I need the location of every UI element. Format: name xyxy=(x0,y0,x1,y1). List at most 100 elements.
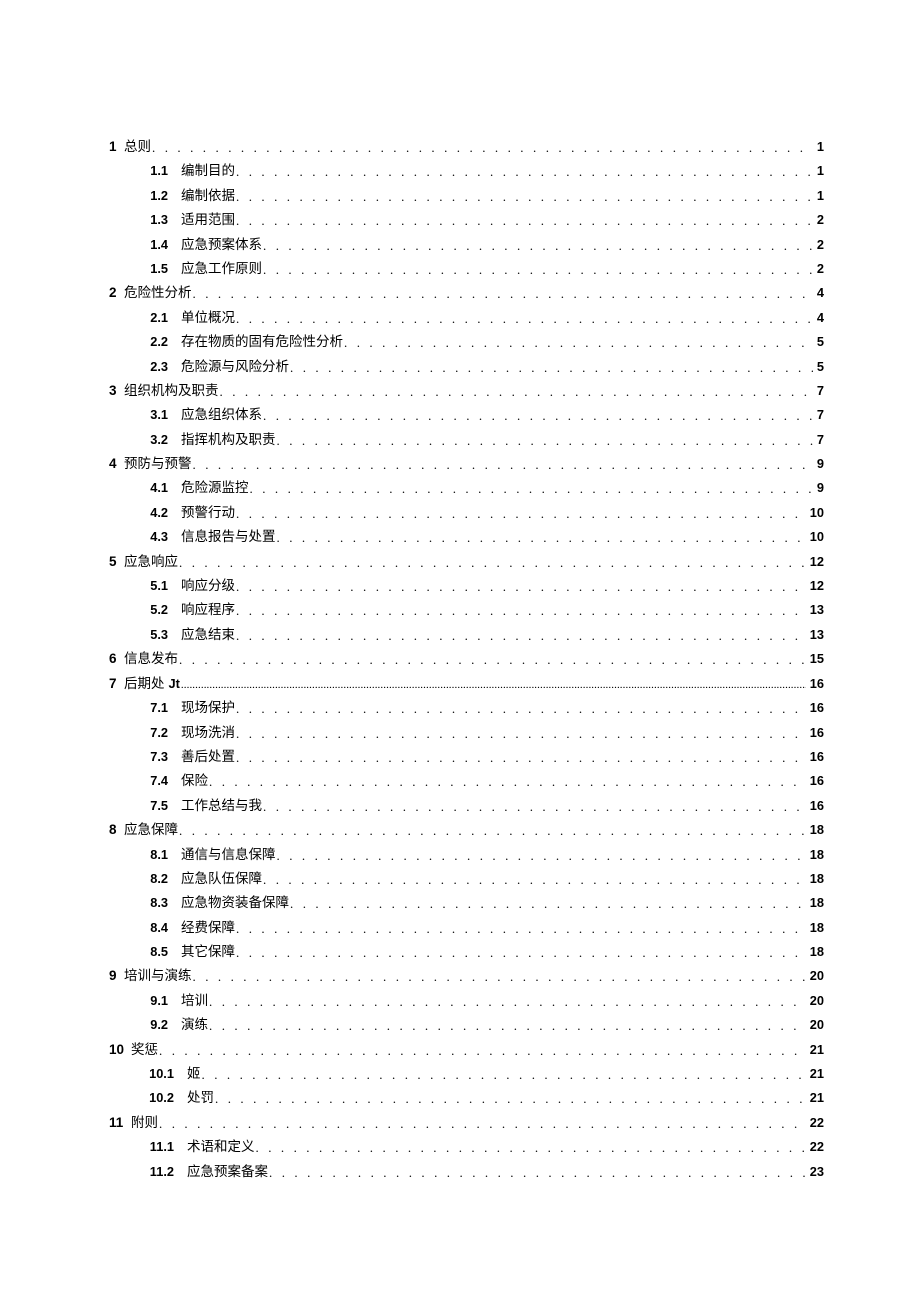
toc-entry[interactable]: 2危险性分析. . . . . . . . . . . . . . . . . … xyxy=(109,286,824,300)
toc-entry[interactable]: 7.4保险. . . . . . . . . . . . . . . . . .… xyxy=(109,774,824,788)
toc-entry-page: 20 xyxy=(810,1019,824,1032)
toc-entry-number: 11 xyxy=(109,1116,128,1130)
toc-entry-page: 13 xyxy=(810,604,824,617)
toc-entry[interactable]: 4.3信息报告与处置. . . . . . . . . . . . . . . … xyxy=(109,530,824,544)
toc-subentry-number-wrap: 4.1 xyxy=(138,482,168,495)
toc-leader-dots: . . . . . . . . . . . . . . . . . . . . … xyxy=(236,629,806,642)
toc-entry-page: 20 xyxy=(810,995,824,1008)
toc-leader-dots: . . . . . . . . . . . . . . . . . . . . … xyxy=(236,604,806,617)
toc-entry-page: 21 xyxy=(810,1044,824,1057)
toc-subentry-number-wrap: 1.4 xyxy=(138,239,168,252)
toc-entry-title: 编制目的 xyxy=(181,164,235,178)
toc-entry[interactable]: 9培训与演练. . . . . . . . . . . . . . . . . … xyxy=(109,969,824,983)
toc-entry[interactable]: 5.2响应程序. . . . . . . . . . . . . . . . .… xyxy=(109,603,824,617)
toc-entry[interactable]: 1.4应急预案体系. . . . . . . . . . . . . . . .… xyxy=(109,238,824,252)
toc-entry-page: 16 xyxy=(810,775,824,788)
toc-subentry-number-wrap: 11.1 xyxy=(138,1141,174,1154)
toc-entry-number: 10.2 xyxy=(138,1092,174,1105)
toc-entry[interactable]: 1.1编制目的. . . . . . . . . . . . . . . . .… xyxy=(109,164,824,178)
toc-entry[interactable]: 5.3应急结束. . . . . . . . . . . . . . . . .… xyxy=(109,628,824,642)
toc-entry-title: 善后处置 xyxy=(181,750,235,764)
toc-entry[interactable]: 4预防与预警. . . . . . . . . . . . . . . . . … xyxy=(109,457,824,471)
toc-entry-title: 应急队伍保障 xyxy=(181,872,262,886)
toc-entry-number: 1.1 xyxy=(138,165,168,178)
toc-entry[interactable]: 11附则. . . . . . . . . . . . . . . . . . … xyxy=(109,1116,824,1130)
toc-subentry-number-wrap: 2.1 xyxy=(138,312,168,325)
toc-entry-number: 5.1 xyxy=(138,580,168,593)
toc-entry-page: 16 xyxy=(810,800,824,813)
toc-entry[interactable]: 5.1响应分级. . . . . . . . . . . . . . . . .… xyxy=(109,579,824,593)
toc-entry-page: 12 xyxy=(810,580,824,593)
toc-entry[interactable]: 2.2存在物质的固有危险性分析. . . . . . . . . . . . .… xyxy=(109,335,824,349)
toc-entry-number: 3.1 xyxy=(138,409,168,422)
toc-entry[interactable]: 8.3应急物资装备保障. . . . . . . . . . . . . . .… xyxy=(109,896,824,910)
toc-entry-title: 响应程序 xyxy=(181,603,235,617)
toc-entry-page: 15 xyxy=(810,653,824,666)
toc-entry-page: 22 xyxy=(810,1141,824,1154)
toc-subentry-number-wrap: 7.5 xyxy=(138,800,168,813)
toc-entry-number: 10.1 xyxy=(138,1068,174,1081)
toc-entry-number: 2 xyxy=(109,286,121,300)
toc-entry-number: 1 xyxy=(109,140,121,154)
toc-entry[interactable]: 6信息发布. . . . . . . . . . . . . . . . . .… xyxy=(109,652,824,666)
toc-subentry-number-wrap: 2.3 xyxy=(138,361,168,374)
toc-entry-number: 8.4 xyxy=(138,922,168,935)
toc-entry[interactable]: 8.5其它保障. . . . . . . . . . . . . . . . .… xyxy=(109,945,824,959)
toc-entry-page: 4 xyxy=(817,312,824,325)
toc-entry-number: 4.2 xyxy=(138,507,168,520)
toc-entry-number: 8.5 xyxy=(138,946,168,959)
toc-entry[interactable]: 3组织机构及职责. . . . . . . . . . . . . . . . … xyxy=(109,384,824,398)
toc-entry-page: 18 xyxy=(810,946,824,959)
toc-leader-dots: . . . . . . . . . . . . . . . . . . . . … xyxy=(179,653,806,666)
toc-entry[interactable]: 11.1术语和定义. . . . . . . . . . . . . . . .… xyxy=(109,1140,824,1154)
toc-entry[interactable]: 2.3危险源与风险分析. . . . . . . . . . . . . . .… xyxy=(109,360,824,374)
toc-entry[interactable]: 8.1通信与信息保障. . . . . . . . . . . . . . . … xyxy=(109,848,824,862)
toc-entry-number: 6 xyxy=(109,652,121,666)
toc-entry-page: 20 xyxy=(810,970,824,983)
toc-entry[interactable]: 2.1单位概况. . . . . . . . . . . . . . . . .… xyxy=(109,311,824,325)
toc-entry[interactable]: 11.2应急预案备案. . . . . . . . . . . . . . . … xyxy=(109,1165,824,1179)
toc-entry[interactable]: 1总则. . . . . . . . . . . . . . . . . . .… xyxy=(109,140,824,154)
toc-entry-title: 信息报告与处置 xyxy=(181,530,276,544)
toc-entry-page: 13 xyxy=(810,629,824,642)
toc-entry[interactable]: 8.4经费保障. . . . . . . . . . . . . . . . .… xyxy=(109,921,824,935)
toc-entry[interactable]: 10奖惩. . . . . . . . . . . . . . . . . . … xyxy=(109,1043,824,1057)
toc-entry[interactable]: 10.1姬. . . . . . . . . . . . . . . . . .… xyxy=(109,1067,824,1081)
toc-entry[interactable]: 7.2现场洗消. . . . . . . . . . . . . . . . .… xyxy=(109,726,824,740)
toc-entry-page: 7 xyxy=(817,434,824,447)
toc-entry[interactable]: 1.5应急工作原则. . . . . . . . . . . . . . . .… xyxy=(109,262,824,276)
toc-entry-page: 21 xyxy=(810,1092,824,1105)
toc-entry[interactable]: 1.3适用范围. . . . . . . . . . . . . . . . .… xyxy=(109,213,824,227)
toc-entry-number: 2.3 xyxy=(138,361,168,374)
toc-entry-page: 18 xyxy=(810,922,824,935)
toc-entry[interactable]: 10.2处罚. . . . . . . . . . . . . . . . . … xyxy=(109,1091,824,1105)
toc-subentry-number-wrap: 10.2 xyxy=(138,1092,174,1105)
toc-entry[interactable]: 9.1培训. . . . . . . . . . . . . . . . . .… xyxy=(109,994,824,1008)
toc-entry[interactable]: 7.5工作总结与我. . . . . . . . . . . . . . . .… xyxy=(109,799,824,813)
toc-entry[interactable]: 4.1危险源监控. . . . . . . . . . . . . . . . … xyxy=(109,481,824,495)
toc-entry-title: 信息发布 xyxy=(124,652,178,666)
toc-entry-title: 应急工作原则 xyxy=(181,262,262,276)
toc-entry-number: 3.2 xyxy=(138,434,168,447)
toc-entry[interactable]: 8应急保障. . . . . . . . . . . . . . . . . .… xyxy=(109,823,824,837)
toc-entry[interactable]: 7.3善后处置. . . . . . . . . . . . . . . . .… xyxy=(109,750,824,764)
toc-subentry-number-wrap: 3.2 xyxy=(138,434,168,447)
toc-entry[interactable]: 3.1应急组织体系. . . . . . . . . . . . . . . .… xyxy=(109,408,824,422)
toc-entry[interactable]: 4.2预警行动. . . . . . . . . . . . . . . . .… xyxy=(109,506,824,520)
toc-entry[interactable]: 3.2指挥机构及职责. . . . . . . . . . . . . . . … xyxy=(109,433,824,447)
toc-entry-page: 5 xyxy=(817,361,824,374)
toc-entry[interactable]: 9.2演练. . . . . . . . . . . . . . . . . .… xyxy=(109,1018,824,1032)
toc-entry[interactable]: 1.2编制依据. . . . . . . . . . . . . . . . .… xyxy=(109,189,824,203)
toc-entry-title: 后期处 xyxy=(124,677,165,691)
toc-subentry-number-wrap: 1.5 xyxy=(138,263,168,276)
toc-entry[interactable]: 7.1现场保护. . . . . . . . . . . . . . . . .… xyxy=(109,701,824,715)
toc-entry[interactable]: 8.2应急队伍保障. . . . . . . . . . . . . . . .… xyxy=(109,872,824,886)
toc-leader-dots: . . . . . . . . . . . . . . . . . . . . … xyxy=(236,751,806,764)
toc-leader-dots: . . . . . . . . . . . . . . . . . . . . … xyxy=(344,336,813,349)
toc-entry[interactable]: 7后期处Jt..................................… xyxy=(109,677,824,691)
toc-subentry-number-wrap: 7.4 xyxy=(138,775,168,788)
toc-leader-dots: . . . . . . . . . . . . . . . . . . . . … xyxy=(209,1019,806,1032)
toc-entry[interactable]: 5应急响应. . . . . . . . . . . . . . . . . .… xyxy=(109,555,824,569)
toc-entry-title: 应急预案体系 xyxy=(181,238,262,252)
toc-subentry-number-wrap: 10.1 xyxy=(138,1068,174,1081)
